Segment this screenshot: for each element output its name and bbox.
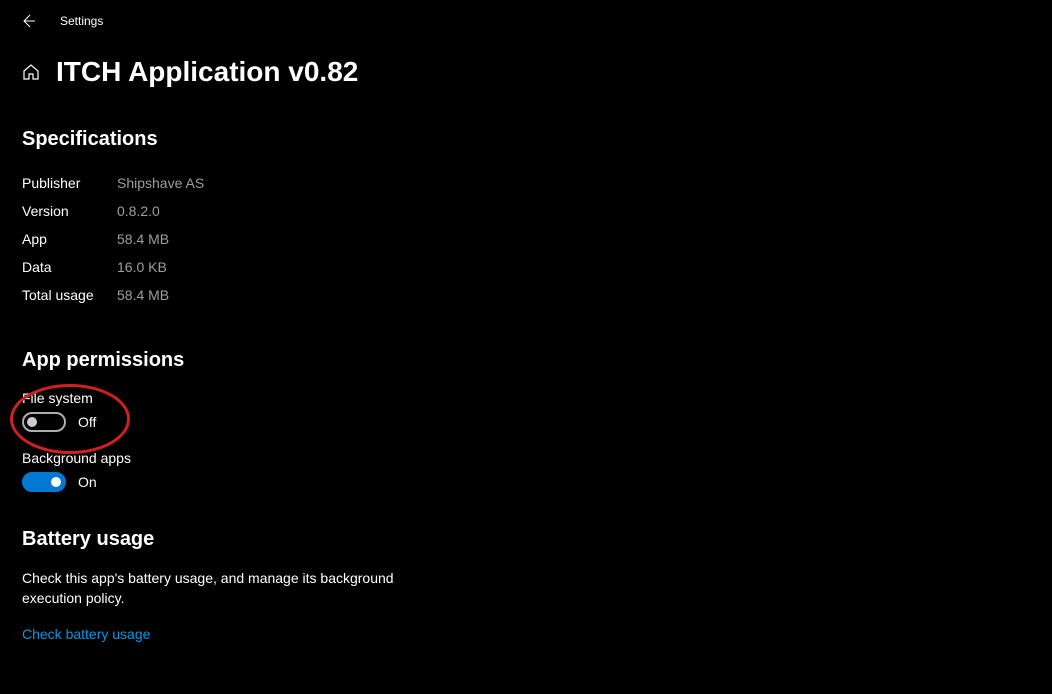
background-apps-toggle[interactable]	[22, 472, 66, 492]
spec-row-version: Version 0.8.2.0	[22, 197, 1030, 225]
header-bar: Settings	[0, 0, 1052, 42]
spec-label: Data	[22, 259, 117, 275]
specifications-section: Specifications Publisher Shipshave AS Ve…	[22, 128, 1030, 309]
specifications-heading: Specifications	[22, 128, 1030, 151]
file-system-toggle-row: Off	[22, 412, 1030, 432]
spec-row-app: App 58.4 MB	[22, 225, 1030, 253]
battery-description: Check this app's battery usage, and mana…	[22, 569, 442, 608]
title-row: ITCH Application v0.82	[22, 56, 1030, 88]
spec-label: App	[22, 231, 117, 247]
specifications-table: Publisher Shipshave AS Version 0.8.2.0 A…	[22, 169, 1030, 309]
check-battery-usage-link[interactable]: Check battery usage	[22, 626, 150, 642]
page-title: ITCH Application v0.82	[56, 56, 358, 88]
spec-label: Publisher	[22, 175, 117, 191]
file-system-label: File system	[22, 390, 1030, 406]
spec-value: 58.4 MB	[117, 231, 169, 247]
spec-row-publisher: Publisher Shipshave AS	[22, 169, 1030, 197]
spec-label: Version	[22, 203, 117, 219]
spec-label: Total usage	[22, 287, 117, 303]
permission-background-apps: Background apps On	[22, 450, 1030, 492]
battery-section: Battery usage Check this app's battery u…	[22, 528, 1030, 644]
permissions-heading: App permissions	[22, 349, 1030, 372]
header-title: Settings	[60, 14, 103, 28]
spec-value: 58.4 MB	[117, 287, 169, 303]
home-icon[interactable]	[22, 63, 40, 81]
back-arrow-icon[interactable]	[20, 13, 36, 29]
permissions-section: App permissions File system Off Backgrou…	[22, 349, 1030, 492]
spec-row-data: Data 16.0 KB	[22, 253, 1030, 281]
spec-value: Shipshave AS	[117, 175, 204, 191]
battery-heading: Battery usage	[22, 528, 1030, 551]
file-system-toggle[interactable]	[22, 412, 66, 432]
file-system-status: Off	[78, 414, 96, 430]
background-apps-label: Background apps	[22, 450, 1030, 466]
background-apps-status: On	[78, 474, 97, 490]
spec-value: 0.8.2.0	[117, 203, 160, 219]
spec-row-total-usage: Total usage 58.4 MB	[22, 281, 1030, 309]
page-content: ITCH Application v0.82 Specifications Pu…	[0, 42, 1052, 678]
permission-file-system: File system Off	[22, 390, 1030, 432]
spec-value: 16.0 KB	[117, 259, 167, 275]
background-apps-toggle-row: On	[22, 472, 1030, 492]
